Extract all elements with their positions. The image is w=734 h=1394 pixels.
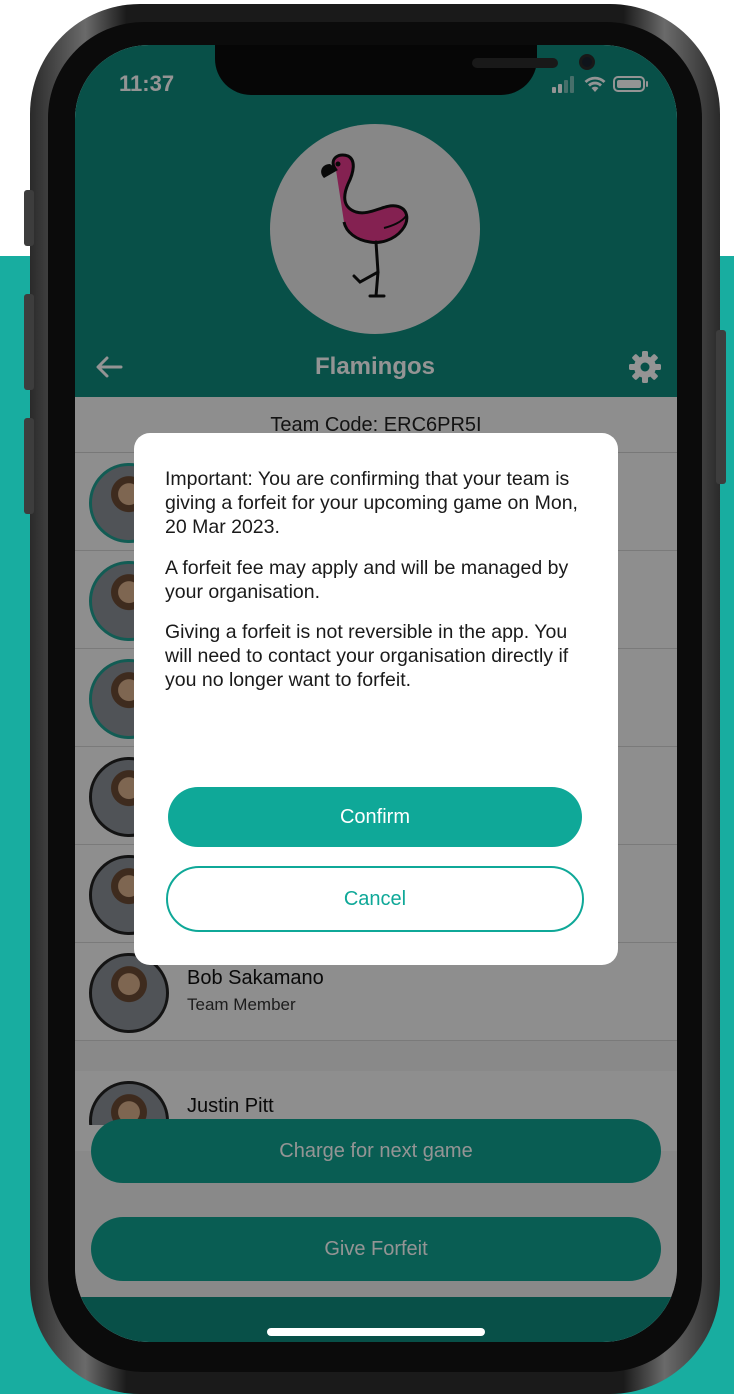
- forfeit-confirm-dialog: Important: You are confirming that your …: [134, 433, 618, 965]
- mute-switch: [24, 190, 34, 246]
- phone-screen: 11:37 Flamingos Team Code: ERC6PR5I Bob …: [75, 45, 677, 1342]
- volume-down-button: [24, 418, 34, 514]
- cancel-button[interactable]: Cancel: [166, 866, 584, 932]
- dialog-message-3: Giving a forfeit is not reversible in th…: [165, 621, 569, 691]
- home-indicator[interactable]: [267, 1328, 485, 1336]
- confirm-button[interactable]: Confirm: [168, 787, 582, 847]
- dialog-message-1: Important: You are confirming that your …: [165, 468, 578, 538]
- volume-up-button: [24, 294, 34, 390]
- dialog-message-2: A forfeit fee may apply and will be mana…: [165, 557, 569, 603]
- power-button: [716, 330, 726, 484]
